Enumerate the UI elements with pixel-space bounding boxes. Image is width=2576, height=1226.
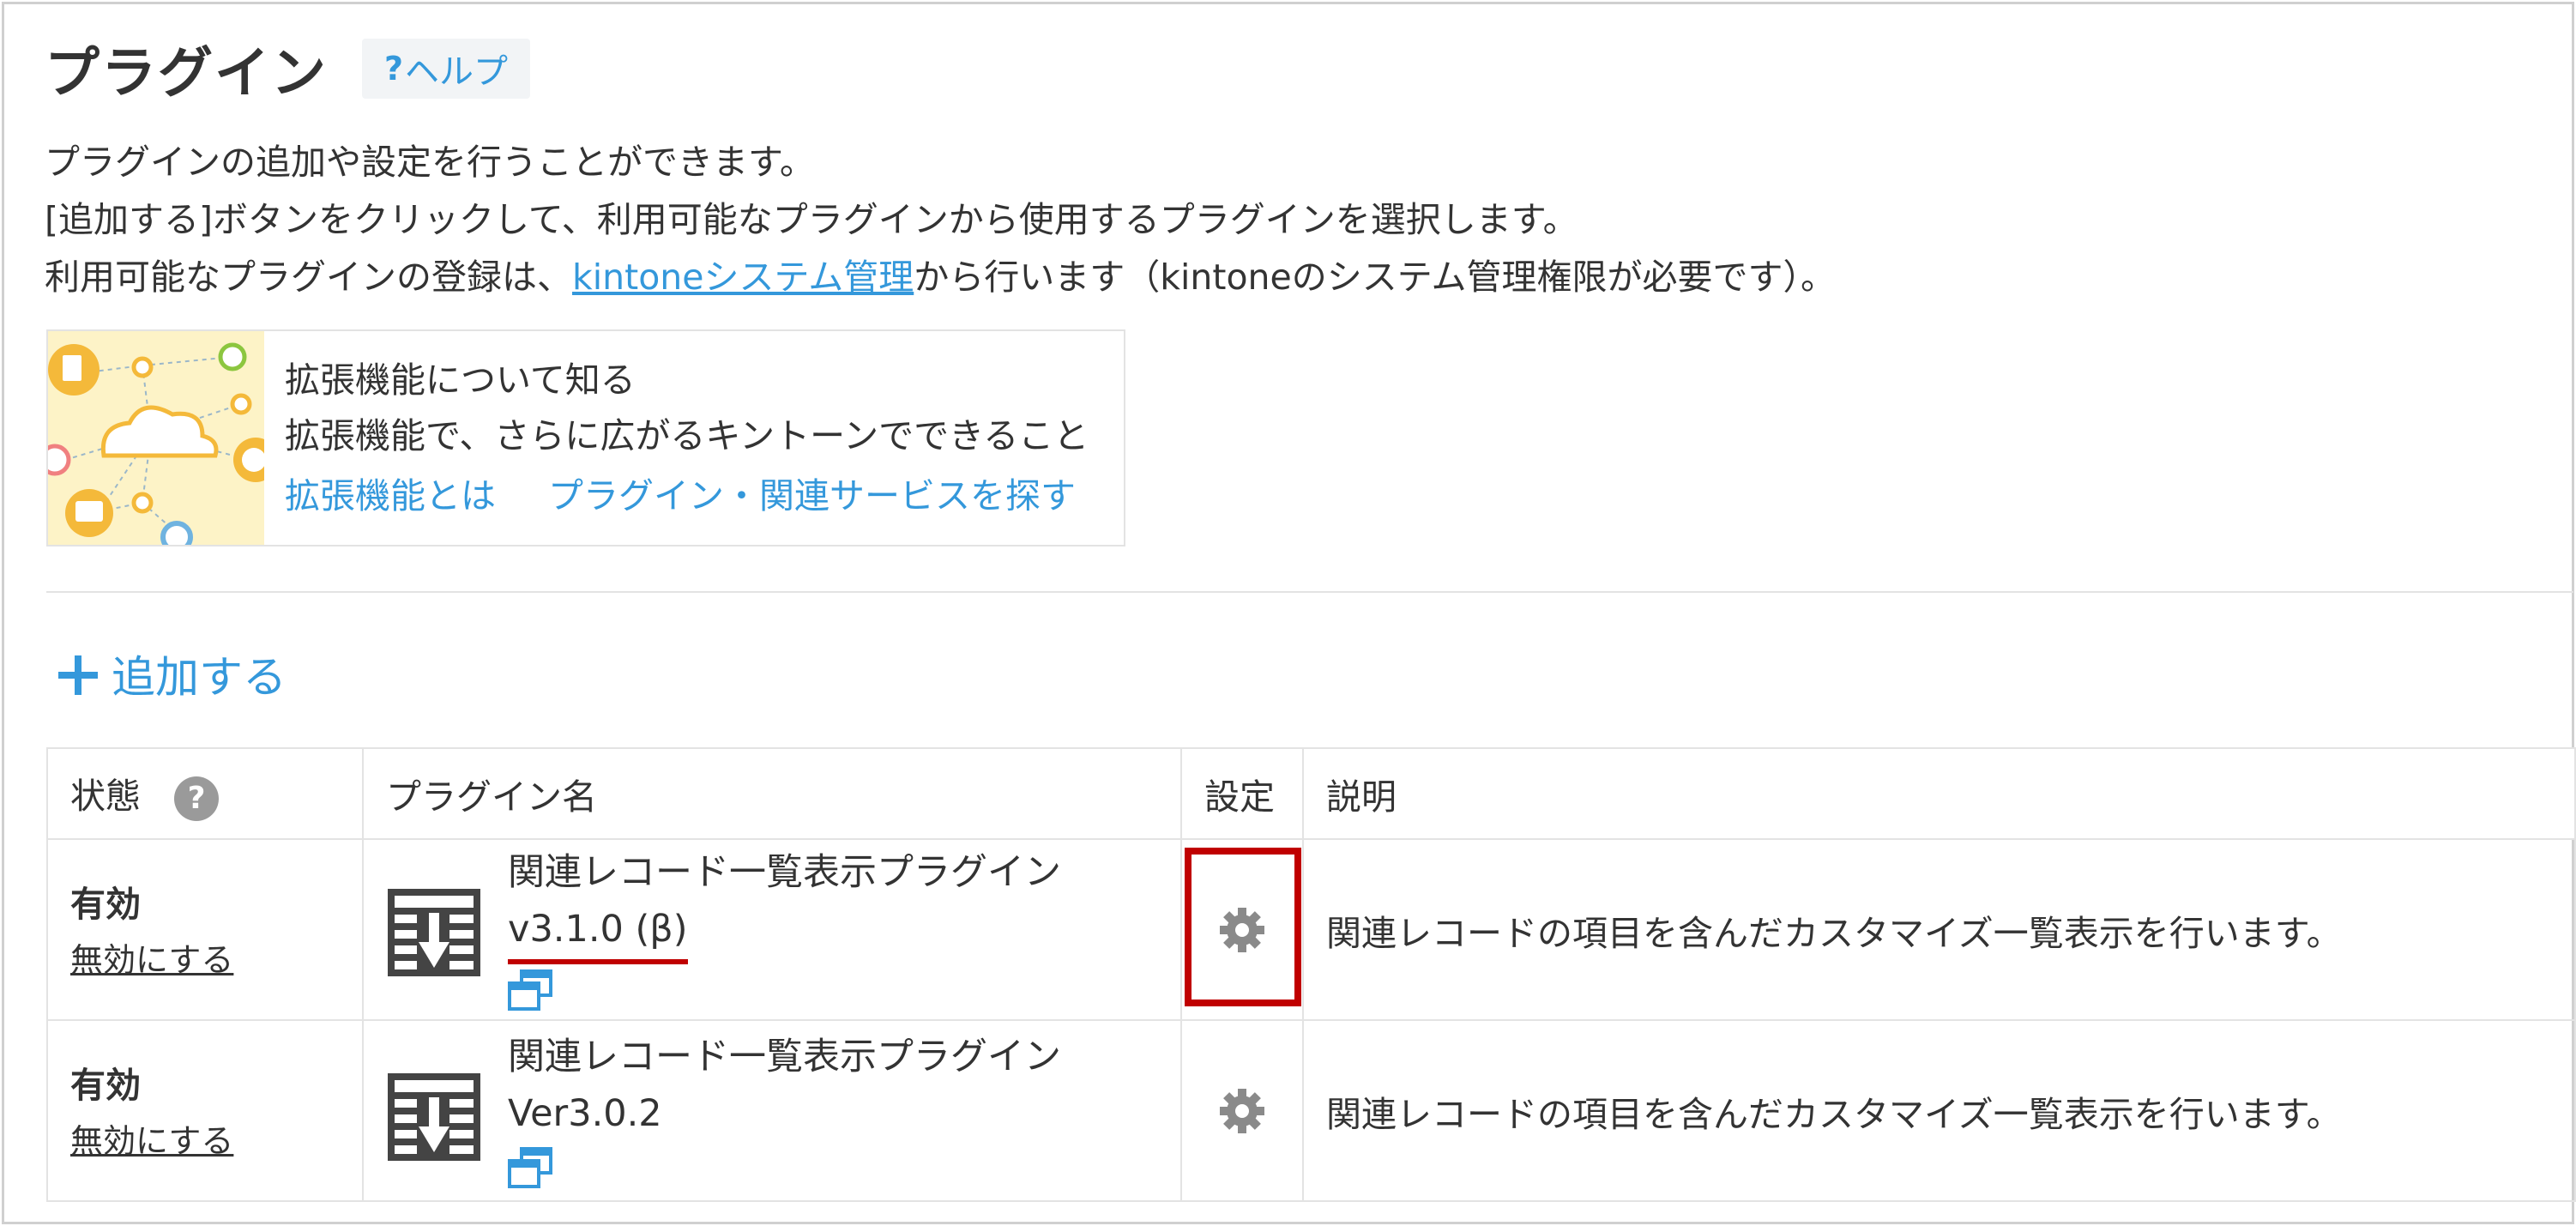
- description-cell: 関連レコードの項目を含んだカスタマイズ一覧表示を行います。: [1302, 1019, 2576, 1202]
- page-title: プラグイン: [45, 42, 328, 106]
- extension-title: 拡張機能について知る: [285, 359, 636, 401]
- table-row: 有効 無効にする: [46, 1019, 2576, 1202]
- help-button[interactable]: ? ヘルプ: [362, 39, 531, 99]
- description-cell: 関連レコードの項目を含んだカスタマイズ一覧表示を行います。: [1302, 838, 2576, 1021]
- system-admin-link[interactable]: kintoneシステム管理: [572, 257, 914, 298]
- table-header-row: 状態 ? プラグイン名 設定 説明: [46, 747, 2576, 840]
- popup-icon[interactable]: [508, 1146, 552, 1188]
- plugin-name-cell: 関連レコード一覧表示プラグイン Ver3.0.2: [362, 1019, 1182, 1202]
- description-line-1: プラグインの追加や設定を行うことができます。: [45, 142, 815, 183]
- status-help-icon[interactable]: ?: [174, 776, 220, 821]
- extension-info-box: 拡張機能について知る 拡張機能で、さらに広がるキントーンでできること 拡張機能と…: [39, 329, 1125, 553]
- setting-cell: [1180, 1019, 1304, 1202]
- plugin-name-text: 関連レコード一覧表示プラグイン v3.1.0 (β): [508, 841, 1061, 1019]
- plugin-icon: [388, 1072, 480, 1161]
- plugin-version: Ver3.0.2: [508, 1091, 662, 1135]
- description-line-3-suffix: から行います（kintoneのシステム管理権限が必要です）。: [914, 257, 1837, 298]
- header-status: 状態 ?: [46, 747, 364, 840]
- status-cell: 有効 無効にする: [46, 1019, 364, 1202]
- plugin-table: 状態 ? プラグイン名 設定 説明 有効 無効にする 関連レコード一覧表示プラグ…: [46, 747, 2576, 1202]
- header-description: 説明: [1302, 747, 2576, 840]
- help-icon: ?: [384, 50, 404, 88]
- description-line-3: 利用可能なプラグインの登録は、kintoneシステム管理から行います（kinto…: [45, 249, 1836, 306]
- help-label: ヘルプ: [405, 52, 509, 92]
- status-value: 有効: [70, 883, 141, 925]
- extension-links: 拡張機能とは プラグイン・関連サービスを探す: [285, 465, 1117, 527]
- plugin-version: v3.1.0 (β): [508, 901, 688, 964]
- page-description: プラグインの追加や設定を行うことができます。 [追加する]ボタンをクリックして、…: [45, 134, 1836, 306]
- description-line-2: [追加する]ボタンをクリックして、利用可能なプラグインから使用するプラグインを選…: [45, 199, 1578, 240]
- disable-link[interactable]: 無効にする: [70, 934, 362, 986]
- what-is-extension-link[interactable]: 拡張機能とは: [285, 475, 496, 516]
- plugin-name: 関連レコード一覧表示プラグイン: [508, 850, 1061, 894]
- popup-icon[interactable]: [508, 969, 552, 1011]
- extension-text: 拡張機能について知る 拡張機能で、さらに広がるキントーンでできること 拡張機能と…: [264, 331, 1117, 545]
- status-value: 有効: [70, 1064, 141, 1106]
- gear-icon[interactable]: [1218, 1087, 1266, 1135]
- section-divider: [46, 591, 2573, 593]
- header-setting: 設定: [1180, 747, 1304, 840]
- plugin-name-cell: 関連レコード一覧表示プラグイン v3.1.0 (β): [362, 838, 1182, 1021]
- add-plugin-label: 追加する: [112, 653, 287, 704]
- plus-icon: [57, 652, 100, 695]
- gear-icon[interactable]: [1218, 906, 1266, 954]
- title-row: プラグイン ? ヘルプ: [45, 29, 531, 108]
- plugin-icon: [388, 888, 480, 976]
- add-plugin-button[interactable]: 追加する: [57, 642, 287, 705]
- disable-link[interactable]: 無効にする: [70, 1115, 362, 1167]
- setting-cell: [1180, 838, 1304, 1021]
- find-plugins-link[interactable]: プラグイン・関連サービスを探す: [548, 475, 1076, 516]
- description-line-3-prefix: 利用可能なプラグインの登録は、: [45, 257, 572, 298]
- plugin-name-text: 関連レコード一覧表示プラグイン Ver3.0.2: [508, 1025, 1061, 1197]
- extension-subtitle: 拡張機能で、さらに広がるキントーンでできること: [285, 415, 1089, 456]
- table-row: 有効 無効にする: [46, 838, 2576, 1021]
- header-plugin-name: プラグイン名: [362, 747, 1182, 840]
- status-cell: 有効 無効にする: [46, 838, 364, 1021]
- plugin-name: 関連レコード一覧表示プラグイン: [508, 1035, 1061, 1078]
- extension-illustration: [39, 331, 278, 553]
- header-status-label: 状態: [70, 775, 141, 817]
